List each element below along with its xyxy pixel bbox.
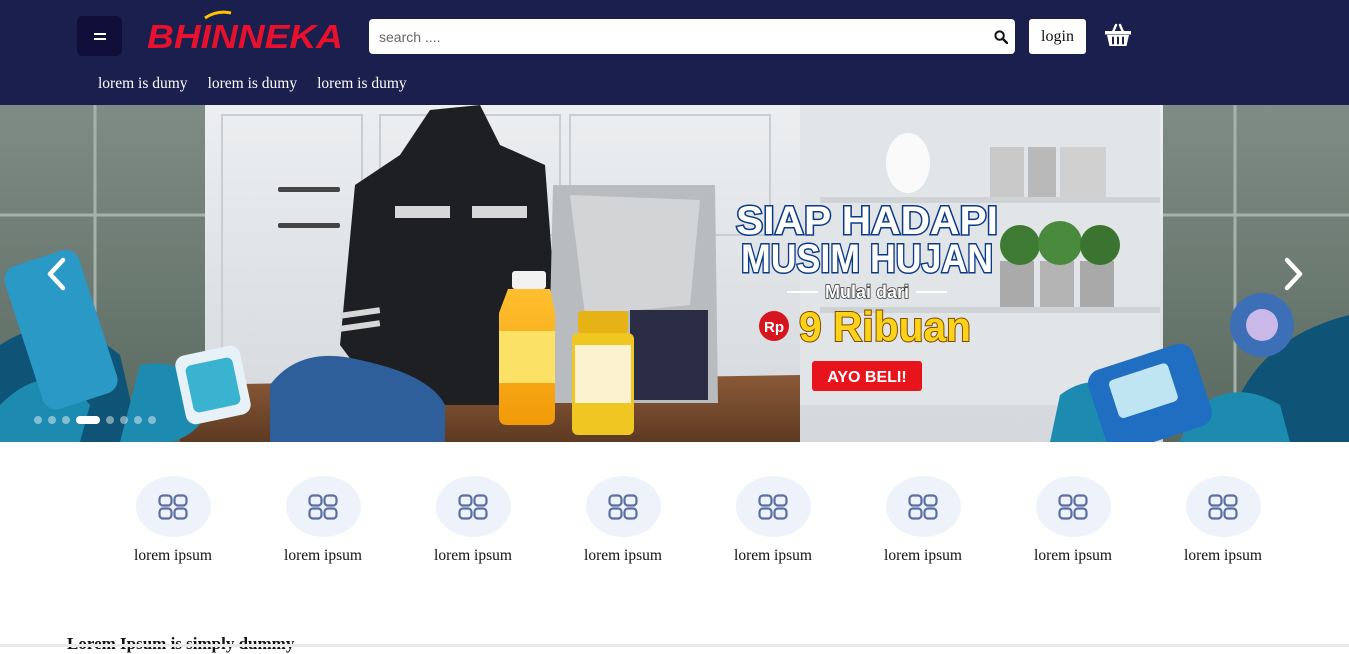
banner-cta[interactable]: AYO BELI! bbox=[827, 369, 906, 386]
category-label: lorem ipsum bbox=[134, 547, 212, 564]
top-header: BHINNEKA login lorem is dumy lorem is du… bbox=[0, 0, 1349, 105]
search-icon[interactable] bbox=[994, 30, 1008, 44]
banner-currency: Rp bbox=[764, 319, 784, 336]
category-icon-circle bbox=[1185, 476, 1261, 537]
category-label: lorem ipsum bbox=[884, 547, 962, 564]
grid-icon bbox=[308, 493, 338, 520]
carousel-indicators bbox=[34, 416, 156, 424]
basket-icon[interactable] bbox=[1104, 22, 1132, 48]
category-item[interactable]: lorem ipsum bbox=[698, 476, 848, 565]
carousel-dot[interactable] bbox=[76, 416, 100, 424]
category-icon-circle bbox=[435, 476, 511, 537]
grid-icon bbox=[758, 493, 788, 520]
menu-button[interactable] bbox=[77, 16, 122, 56]
category-item[interactable]: lorem ipsum bbox=[398, 476, 548, 565]
carousel-dot[interactable] bbox=[120, 416, 128, 424]
brand-name: BHINNEKA bbox=[147, 18, 343, 52]
brand-logo[interactable]: BHINNEKA bbox=[145, 10, 347, 52]
grid-icon bbox=[608, 493, 638, 520]
category-item[interactable]: lorem ipsum bbox=[548, 476, 698, 565]
grid-icon bbox=[1058, 493, 1088, 520]
category-icon-circle bbox=[285, 476, 361, 537]
chevron-right-icon[interactable] bbox=[1283, 257, 1305, 291]
category-row: lorem ipsum lorem ipsum lorem ipsum lorem i… bbox=[98, 476, 1298, 565]
search-bar bbox=[369, 19, 1015, 54]
category-icon-circle bbox=[735, 476, 811, 537]
menu-icon bbox=[93, 32, 106, 40]
main-nav: lorem is dumy lorem is dumy lorem is dum… bbox=[98, 75, 407, 93]
category-icon-circle bbox=[135, 476, 211, 537]
login-button[interactable]: login bbox=[1029, 19, 1086, 54]
category-label: lorem ipsum bbox=[584, 547, 662, 564]
carousel-dot[interactable] bbox=[106, 416, 114, 424]
promo-banner[interactable]: SIAP HADAPI MUSIM HUJAN Mulai dari Rp 9 … bbox=[0, 105, 1349, 442]
nav-link-2[interactable]: lorem is dumy bbox=[208, 75, 298, 93]
banner-subline: Mulai dari bbox=[825, 282, 909, 302]
grid-icon bbox=[1208, 493, 1238, 520]
category-icon-circle bbox=[885, 476, 961, 537]
nav-link-1[interactable]: lorem is dumy bbox=[98, 75, 188, 93]
category-item[interactable]: lorem ipsum bbox=[848, 476, 998, 565]
carousel-dot[interactable] bbox=[134, 416, 142, 424]
category-label: lorem ipsum bbox=[1034, 547, 1112, 564]
chevron-left-icon[interactable] bbox=[45, 257, 67, 291]
banner-image: SIAP HADAPI MUSIM HUJAN Mulai dari Rp 9 … bbox=[0, 105, 1349, 442]
category-icon-circle bbox=[585, 476, 661, 537]
category-item[interactable]: lorem ipsum bbox=[248, 476, 398, 565]
category-item[interactable]: lorem ipsum bbox=[1148, 476, 1298, 565]
banner-headline-2: MUSIM HUJAN bbox=[741, 237, 993, 281]
category-icon-circle bbox=[1035, 476, 1111, 537]
grid-icon bbox=[158, 493, 188, 520]
banner-price: 9 Ribuan bbox=[799, 303, 971, 350]
category-item[interactable]: lorem ipsum bbox=[998, 476, 1148, 565]
carousel-dot[interactable] bbox=[34, 416, 42, 424]
grid-icon bbox=[458, 493, 488, 520]
carousel-dot[interactable] bbox=[62, 416, 70, 424]
category-label: lorem ipsum bbox=[434, 547, 512, 564]
nav-link-3[interactable]: lorem is dumy bbox=[317, 75, 407, 93]
category-label: lorem ipsum bbox=[734, 547, 812, 564]
category-item[interactable]: lorem ipsum bbox=[98, 476, 248, 565]
search-input[interactable] bbox=[369, 19, 979, 54]
carousel-dot[interactable] bbox=[48, 416, 56, 424]
grid-icon bbox=[908, 493, 938, 520]
category-label: lorem ipsum bbox=[1184, 547, 1262, 564]
category-label: lorem ipsum bbox=[284, 547, 362, 564]
carousel-dot[interactable] bbox=[148, 416, 156, 424]
